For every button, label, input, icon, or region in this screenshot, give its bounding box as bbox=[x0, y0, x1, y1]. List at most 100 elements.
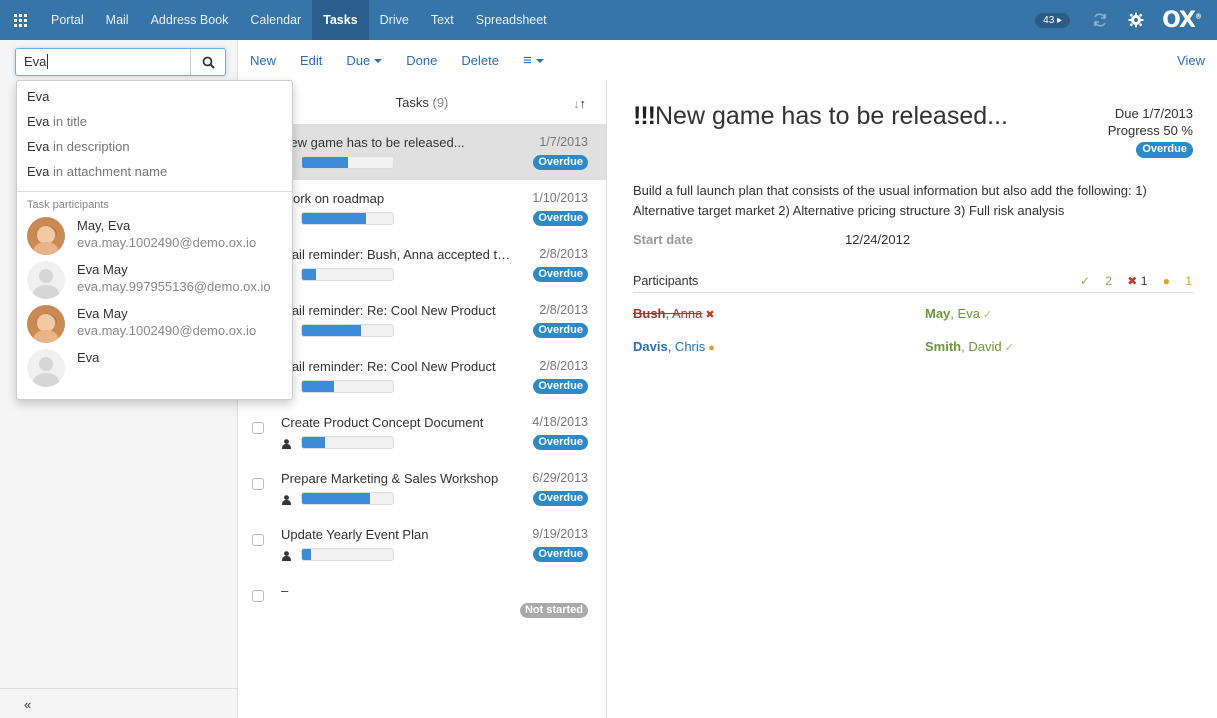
progress-text: Progress 50 % bbox=[1107, 123, 1193, 138]
list-title-text: Tasks bbox=[395, 94, 429, 110]
participant-suggestion[interactable]: Eva May eva.may.997955136@demo.ox.io bbox=[17, 259, 292, 303]
task-list: Tasks (9) ↓↑ New game has to be released… bbox=[238, 80, 607, 718]
status-badge: Overdue bbox=[533, 323, 588, 338]
divider bbox=[17, 191, 292, 192]
due-dropdown[interactable]: Due bbox=[334, 53, 394, 68]
progress-fill bbox=[302, 381, 334, 392]
due-label: Due bbox=[346, 52, 371, 68]
participant-first-name: , Eva bbox=[950, 306, 980, 321]
participant-first-name: , David bbox=[961, 339, 1002, 354]
app-tab-drive[interactable]: Drive bbox=[369, 0, 420, 40]
participant-suggestion[interactable]: May, Eva eva.may.1002490@demo.ox.io bbox=[17, 215, 292, 259]
app-tab-tasks[interactable]: Tasks bbox=[312, 0, 369, 40]
status-badge: Overdue bbox=[1136, 142, 1193, 158]
notification-count: 43 bbox=[1043, 14, 1055, 26]
task-row[interactable]: Mail reminder: Bush, Anna accepted the i… bbox=[238, 236, 606, 292]
participant-suggestion[interactable]: Eva May eva.may.1002490@demo.ox.io bbox=[17, 303, 292, 347]
gear-icon[interactable] bbox=[1128, 12, 1144, 28]
participant-info: Eva May eva.may.1002490@demo.ox.io bbox=[77, 305, 256, 345]
option-term: Eva bbox=[27, 89, 50, 104]
task-detail: !!!New game has to be released... Due 1/… bbox=[608, 80, 1217, 718]
search-autocomplete: Eva Eva in title Eva in description Eva in … bbox=[16, 80, 293, 400]
participant-suggestion[interactable]: Eva bbox=[17, 347, 292, 391]
accepted-count-value: 2 bbox=[1105, 274, 1112, 288]
tentative-count-value: 1 bbox=[1185, 274, 1192, 288]
app-tab-mail[interactable]: Mail bbox=[95, 0, 140, 40]
top-bar: Portal Mail Address Book Calendar Tasks Drive… bbox=[0, 0, 1217, 40]
task-due-date: 4/18/2013 bbox=[532, 415, 588, 429]
participant-last-name: May bbox=[925, 306, 951, 321]
notification-badge[interactable]: 43 ▸ bbox=[1035, 12, 1071, 28]
detail-participant[interactable]: Davis, Chris ● bbox=[633, 339, 715, 354]
avatar-photo bbox=[27, 217, 65, 255]
detail-participant[interactable]: Smith, David ✓ bbox=[925, 339, 1014, 354]
detail-participant[interactable]: May, Eva ✓ bbox=[925, 306, 992, 321]
detail-participant[interactable]: Bush, Anna ✖ bbox=[633, 306, 715, 321]
ox-logo: OX® bbox=[1162, 7, 1202, 33]
autocomplete-option[interactable]: Eva in title bbox=[17, 110, 292, 135]
option-suffix: in attachment name bbox=[49, 164, 168, 179]
task-checkbox[interactable] bbox=[252, 422, 264, 434]
progress-bar bbox=[301, 212, 394, 225]
app-launcher-icon[interactable] bbox=[0, 0, 40, 40]
view-button[interactable]: View bbox=[1177, 53, 1205, 68]
app-tab-portal[interactable]: Portal bbox=[40, 0, 95, 40]
option-suffix: in description bbox=[49, 139, 130, 154]
person-icon bbox=[282, 549, 291, 561]
done-button[interactable]: Done bbox=[394, 53, 449, 68]
autocomplete-option[interactable]: Eva in attachment name bbox=[17, 160, 292, 185]
task-due-date: 1/10/2013 bbox=[532, 191, 588, 205]
status-badge: Overdue bbox=[533, 267, 588, 282]
person-icon bbox=[282, 437, 291, 449]
progress-bar bbox=[301, 436, 394, 449]
progress-fill bbox=[302, 325, 362, 336]
tentative-count: ● 1 bbox=[1162, 274, 1192, 288]
app-tab-address-book[interactable]: Address Book bbox=[140, 0, 240, 40]
autocomplete-option[interactable]: Eva bbox=[17, 85, 292, 110]
task-row[interactable]: Mail reminder: Re: Cool New Product 2/8/2… bbox=[238, 348, 606, 404]
task-row[interactable]: Update Yearly Event Plan 9/19/2013 Overdue bbox=[238, 516, 606, 572]
detail-title: !!!New game has to be released... bbox=[633, 102, 1008, 131]
autocomplete-option[interactable]: Eva in description bbox=[17, 135, 292, 160]
search-input[interactable]: Eva bbox=[16, 49, 191, 75]
accepted-count: ✓ 2 bbox=[1079, 274, 1112, 288]
toolbar: New Edit Due Done Delete ≡ View bbox=[238, 40, 1217, 80]
task-row[interactable]: – Not started bbox=[238, 572, 606, 628]
participant-info: May, Eva eva.may.1002490@demo.ox.io bbox=[77, 217, 256, 257]
app-tab-calendar[interactable]: Calendar bbox=[239, 0, 312, 40]
option-term: Eva bbox=[27, 139, 50, 154]
status-badge: Overdue bbox=[533, 379, 588, 394]
task-checkbox[interactable] bbox=[252, 478, 264, 490]
app-tab-spreadsheet[interactable]: Spreadsheet bbox=[465, 0, 558, 40]
more-actions-button[interactable]: ≡ bbox=[511, 52, 556, 69]
task-row[interactable]: Mail reminder: Re: Cool New Product 2/8/2… bbox=[238, 292, 606, 348]
task-title: Create Product Concept Document bbox=[281, 415, 484, 430]
progress-fill bbox=[302, 157, 348, 168]
collapse-sidebar-button[interactable]: « bbox=[0, 688, 237, 718]
progress-bar bbox=[301, 548, 394, 561]
participant-last-name: Bush bbox=[633, 306, 666, 321]
task-title: Prepare Marketing & Sales Workshop bbox=[281, 471, 499, 486]
task-row[interactable]: Create Product Concept Document 4/18/2013… bbox=[238, 404, 606, 460]
accepted-icon: ✓ bbox=[982, 309, 993, 321]
task-description: Build a full launch plan that consists o… bbox=[633, 183, 1147, 218]
participant-email: eva.may.1002490@demo.ox.io bbox=[77, 323, 257, 338]
task-row[interactable]: Work on roadmap 1/10/2013 Overdue bbox=[238, 180, 606, 236]
avatar-photo bbox=[27, 305, 65, 343]
task-checkbox[interactable] bbox=[252, 590, 264, 602]
delete-button[interactable]: Delete bbox=[449, 53, 511, 68]
new-button[interactable]: New bbox=[238, 53, 288, 68]
participant-info: Eva May eva.may.997955136@demo.ox.io bbox=[77, 261, 271, 301]
edit-button[interactable]: Edit bbox=[288, 53, 334, 68]
search-button[interactable] bbox=[191, 49, 225, 75]
due-info: Due 1/7/2013 Progress 50 % Overdue bbox=[1108, 105, 1193, 158]
refresh-icon[interactable] bbox=[1092, 12, 1108, 28]
declined-icon: ✖ bbox=[705, 309, 715, 321]
app-tab-text[interactable]: Text bbox=[420, 0, 465, 40]
option-term: Eva bbox=[27, 164, 50, 179]
participant-summary: ✓ 2 ✖ 1 ● 1 bbox=[1068, 274, 1192, 288]
task-row[interactable]: New game has to be released... 1/7/2013 Ov… bbox=[238, 124, 606, 180]
task-checkbox[interactable] bbox=[252, 534, 264, 546]
sort-arrows-icon[interactable]: ↓↑ bbox=[573, 96, 586, 111]
task-row[interactable]: Prepare Marketing & Sales Workshop 6/29/2… bbox=[238, 460, 606, 516]
